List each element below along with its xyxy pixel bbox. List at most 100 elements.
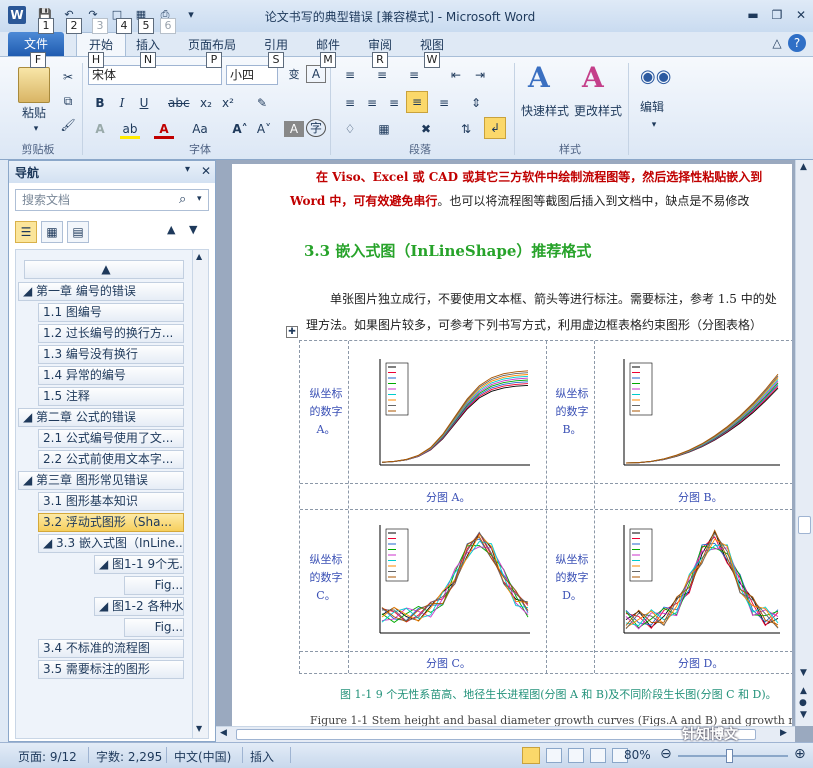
nav-results-tab-icon[interactable]: ▤ [67, 221, 89, 243]
doc-vertical-scrollbar[interactable]: ▲ ▼ ▲ ● ▼ [795, 160, 813, 726]
nav-heading-item[interactable]: ◢ 图1-1 9个无... [94, 555, 184, 574]
font-size-menu-icon[interactable]: Aa [190, 119, 210, 139]
nav-heading-item[interactable]: 3.1 图形基本知识 [38, 492, 184, 511]
nav-heading-item[interactable]: 1.5 注释 [38, 387, 184, 406]
nav-heading-item[interactable]: 1.4 异常的编号 [38, 366, 184, 385]
tab-references[interactable]: 引用 [264, 36, 288, 53]
doc-scroll-down-icon[interactable]: ▼ [800, 668, 807, 678]
nav-heading-item[interactable]: ◢ 图1-2 各种水... [94, 597, 184, 616]
change-styles-icon[interactable]: A [582, 61, 604, 94]
word-app-icon[interactable]: W [8, 6, 26, 24]
nav-headings-tab-icon[interactable]: ☰ [15, 221, 37, 243]
nav-heading-item[interactable]: Fig... [124, 618, 184, 637]
borders-icon[interactable]: ▦ [374, 119, 394, 139]
h-scroll-thumb[interactable] [236, 729, 756, 740]
tab-page-layout[interactable]: 页面布局 [188, 36, 236, 53]
editing-button[interactable]: 编辑 [634, 97, 670, 117]
prev-page-icon[interactable]: ▲ [800, 686, 807, 696]
show-marks-icon[interactable]: ↲ [484, 117, 506, 139]
nav-heading-item[interactable]: 3.5 需要标注的图形 [38, 660, 184, 679]
copy-icon[interactable]: ⧉ [58, 91, 78, 111]
minimize-icon[interactable]: ▬ [742, 6, 764, 24]
nav-heading-item[interactable]: 2.1 公式编号使用了文... [38, 429, 184, 448]
nav-close-icon[interactable]: ✕ [201, 164, 211, 178]
align-right-icon[interactable]: ≡ [384, 93, 404, 113]
prev-heading-icon[interactable]: ▲ [167, 223, 175, 236]
zoom-slider-track[interactable] [678, 755, 788, 757]
grow-font-icon[interactable]: A˄ [230, 119, 250, 139]
justify-icon[interactable]: ≡ [406, 91, 428, 113]
search-icon[interactable]: ⌕ [179, 192, 186, 207]
nav-heading-item[interactable]: ◢ 第一章 编号的错误 [18, 282, 184, 301]
change-styles-button[interactable]: 更改样式 [572, 101, 624, 121]
status-insert-mode[interactable]: 插入 [250, 748, 274, 765]
superscript-icon[interactable]: x² [218, 93, 238, 113]
browse-object-icon[interactable]: ● [799, 698, 807, 708]
document-page[interactable]: 在 Viso、Excel 或 CAD 或其它三方软件中绘制流程图等，然后选择性粘… [232, 164, 792, 764]
char-shading-icon[interactable]: A [284, 121, 304, 137]
tab-insert[interactable]: 插入 [136, 36, 160, 53]
collapse-all-icon[interactable]: ▲ [24, 260, 184, 279]
scroll-up-icon[interactable]: ▲ [196, 252, 202, 261]
font-color-icon[interactable]: A [154, 119, 174, 139]
sort-icon[interactable]: ⇅ [456, 119, 476, 139]
figure-d-image[interactable] [604, 517, 788, 647]
editing-dropdown-icon[interactable]: ▾ [644, 115, 664, 135]
clear-format-icon[interactable]: ✎ [252, 93, 272, 113]
zoom-level[interactable]: 80% [624, 748, 651, 762]
highlight-icon[interactable]: ab [120, 119, 140, 139]
multilevel-list-icon[interactable]: ≡ [404, 65, 424, 85]
format-painter-icon[interactable]: 🖌 [58, 115, 78, 135]
align-center-icon[interactable]: ≡ [362, 93, 382, 113]
paste-dropdown-icon[interactable]: ▾ [26, 119, 46, 139]
quick-styles-button[interactable]: 快速样式 [520, 101, 570, 121]
nav-heading-item[interactable]: ◢ 第二章 公式的错误 [18, 408, 184, 427]
doc-scroll-thumb[interactable] [798, 516, 811, 534]
increase-indent-icon[interactable]: ⇥ [470, 65, 490, 85]
help-icon[interactable]: ? [788, 34, 806, 52]
underline-icon[interactable]: U [134, 93, 154, 113]
cut-icon[interactable]: ✂ [58, 67, 78, 87]
zoom-out-icon[interactable]: ⊖ [660, 746, 672, 762]
shading-icon[interactable]: ♢ [340, 119, 360, 139]
font-size-combo[interactable]: 小四 [226, 65, 278, 85]
nav-menu-icon[interactable]: ▾ [185, 164, 190, 175]
web-layout-view-icon[interactable] [568, 748, 584, 763]
nav-heading-item[interactable]: 1.3 编号没有换行 [38, 345, 184, 364]
customize-qat-icon[interactable]: ▾ [182, 8, 200, 24]
subscript-icon[interactable]: x₂ [196, 93, 216, 113]
next-page-icon[interactable]: ▼ [800, 710, 807, 720]
search-options-icon[interactable]: ▾ [197, 194, 202, 204]
doc-scroll-up-icon[interactable]: ▲ [800, 162, 807, 172]
strikethrough-icon[interactable]: abc [168, 93, 190, 113]
scroll-right-icon[interactable]: ▶ [780, 728, 787, 738]
bullets-icon[interactable]: ≡ [340, 65, 360, 85]
table-move-handle-icon[interactable]: ✚ [286, 326, 298, 338]
nav-scrollbar[interactable]: ▲ ▼ [192, 250, 208, 738]
nav-pages-tab-icon[interactable]: ▦ [41, 221, 63, 243]
nav-heading-item[interactable]: 1.2 过长编号的换行方... [38, 324, 184, 343]
paste-icon[interactable] [18, 67, 50, 103]
tab-view[interactable]: 视图 [420, 36, 444, 53]
scroll-left-icon[interactable]: ◀ [220, 728, 227, 738]
next-heading-icon[interactable]: ▼ [189, 223, 197, 236]
nav-heading-item[interactable]: 3.2 浮动式图形（Sha... [38, 513, 184, 532]
decrease-indent-icon[interactable]: ⇤ [446, 65, 466, 85]
nav-heading-item[interactable]: 3.4 不标准的流程图 [38, 639, 184, 658]
status-language[interactable]: 中文(中国) [174, 748, 231, 765]
figure-b-image[interactable] [604, 351, 788, 479]
enclose-char-icon[interactable]: 字 [306, 119, 326, 137]
zoom-in-icon[interactable]: ⊕ [794, 746, 806, 762]
nav-heading-item[interactable]: ◢ 3.3 嵌入式图（InLine... [38, 534, 184, 553]
full-screen-view-icon[interactable] [546, 748, 562, 763]
tab-mailings[interactable]: 邮件 [316, 36, 340, 53]
chinese-layout-icon[interactable]: ✖ [416, 119, 436, 139]
binoculars-icon[interactable]: ◉◉ [640, 67, 671, 87]
figure-c-image[interactable] [360, 517, 538, 647]
font-name-combo[interactable]: 宋体 [88, 65, 222, 85]
change-case-icon[interactable]: 变 [284, 65, 304, 85]
shrink-font-icon[interactable]: A˅ [254, 119, 274, 139]
close-icon[interactable]: ✕ [790, 6, 812, 24]
nav-heading-item[interactable]: ◢ 第三章 图形常见错误 [18, 471, 184, 490]
status-page[interactable]: 页面: 9/12 [18, 748, 77, 765]
